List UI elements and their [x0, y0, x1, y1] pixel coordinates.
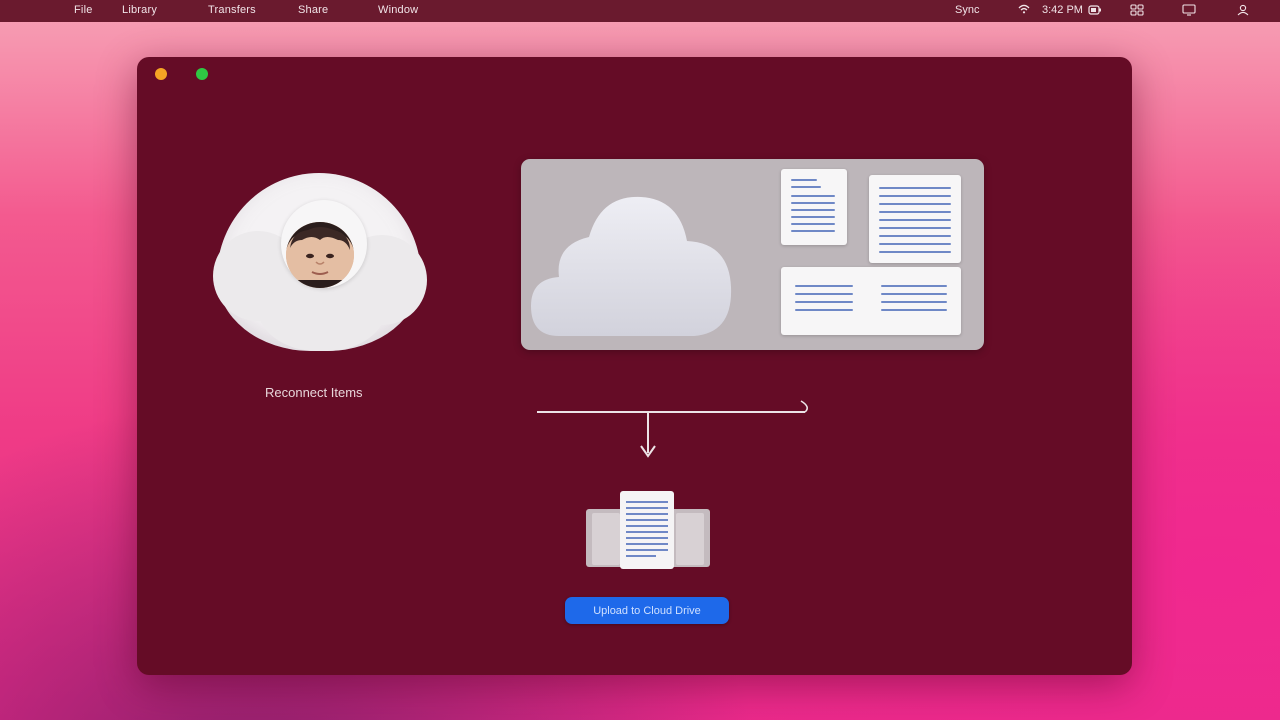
cloud-icon: [531, 196, 732, 336]
menu-bar: File Library Transfers Share Window Sync…: [0, 0, 1280, 22]
control-center-icon[interactable]: [1130, 4, 1144, 19]
app-window: Reconnect Items Upload to Cloud Drive: [137, 57, 1132, 675]
upload-button[interactable]: Upload to Cloud Drive: [565, 597, 729, 624]
menu-item-library[interactable]: Library: [122, 4, 157, 16]
cloud-storage-panel[interactable]: [521, 159, 984, 350]
menu-item-window[interactable]: Window: [378, 4, 418, 16]
menu-extra-sync[interactable]: Sync: [955, 4, 979, 16]
menu-item-transfers[interactable]: Transfers: [208, 4, 256, 16]
transfer-arrow-icon: [537, 400, 809, 458]
menu-item-share[interactable]: Share: [298, 4, 328, 16]
menu-item-file[interactable]: File: [74, 4, 93, 16]
zoom-button[interactable]: [196, 68, 208, 80]
minimize-button[interactable]: [155, 68, 167, 80]
avatar[interactable]: [286, 222, 354, 288]
documents-stack-icon: [586, 491, 710, 569]
display-icon[interactable]: [1182, 4, 1196, 19]
document-thumbnail[interactable]: [781, 267, 961, 335]
document-thumbnail[interactable]: [781, 169, 847, 245]
user-icon[interactable]: [1236, 4, 1250, 19]
menu-extra-clock[interactable]: 3:42 PM: [1042, 4, 1083, 16]
profile-label: Reconnect Items: [265, 385, 363, 400]
document-thumbnail[interactable]: [869, 175, 961, 263]
battery-icon[interactable]: [1088, 4, 1102, 19]
wifi-icon[interactable]: [1018, 4, 1030, 17]
